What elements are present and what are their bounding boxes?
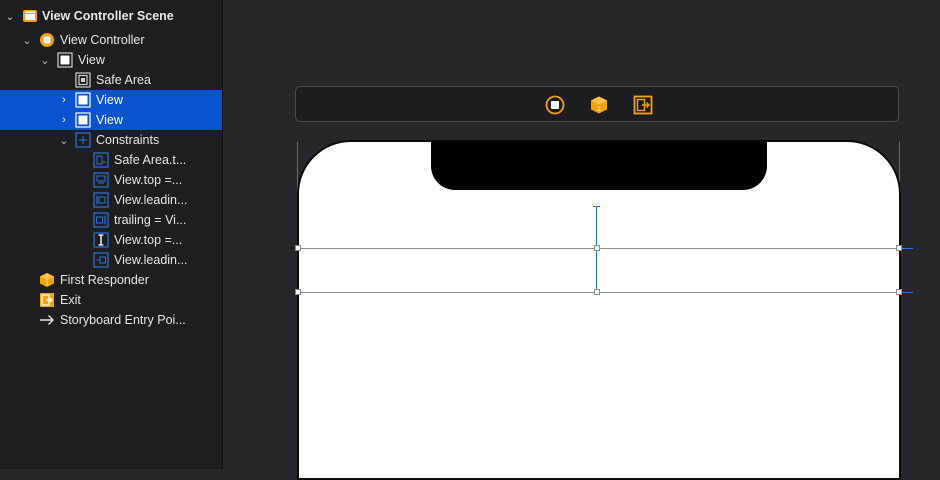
svg-text:1: 1 <box>597 106 601 113</box>
first-responder-icon[interactable]: 1 <box>589 95 609 115</box>
constraint-cap <box>593 206 600 207</box>
resize-handle[interactable] <box>594 245 600 251</box>
constraints-icon <box>75 132 91 148</box>
chevron-down-icon[interactable]: ⌄ <box>40 55 50 67</box>
arrow-right-icon <box>39 312 55 328</box>
view-icon <box>57 52 73 68</box>
outline-item-label: View Controller <box>60 33 145 47</box>
outline-item-label: Constraints <box>96 133 160 147</box>
outline-item-label: First Responder <box>60 273 149 287</box>
outline-item-label: Exit <box>60 293 81 307</box>
outline-item-constraint[interactable]: View.leadin... <box>0 190 222 210</box>
iphone-scene-view[interactable] <box>297 140 901 480</box>
outline-item-constraint[interactable]: Safe Area.t... <box>0 150 222 170</box>
outline-item-constraints[interactable]: ⌄ Constraints <box>0 130 222 150</box>
outline-item-exit[interactable]: Exit <box>0 290 222 310</box>
constraint-icon <box>93 172 109 188</box>
outline-item-constraint[interactable]: View.leadin... <box>0 250 222 270</box>
outline-item-label: View.top =... <box>114 173 183 187</box>
resize-handle[interactable] <box>295 245 301 251</box>
view-icon <box>75 112 91 128</box>
chevron-right-icon[interactable]: › <box>59 94 69 106</box>
chevron-down-icon[interactable]: ⌄ <box>59 135 69 147</box>
outline-item-view-controller-scene[interactable]: ⌄ View Controller Scene <box>0 6 222 26</box>
outline-item-label: View <box>96 93 123 107</box>
outline-item-view-controller[interactable]: ⌄ View Controller <box>0 30 222 50</box>
constraint-icon <box>93 232 109 248</box>
outline-item-view[interactable]: ⌄ View <box>0 50 222 70</box>
exit-icon[interactable] <box>633 95 653 115</box>
chevron-down-icon[interactable]: ⌄ <box>5 11 15 23</box>
outline-item-constraint[interactable]: trailing = Vi... <box>0 210 222 230</box>
storyboard-canvas[interactable]: 1 <box>223 0 940 480</box>
view-controller-icon[interactable] <box>545 95 565 115</box>
constraint-icon <box>93 212 109 228</box>
outline-item-first-responder[interactable]: 1 First Responder <box>0 270 222 290</box>
outline-item-label: Safe Area <box>96 73 151 87</box>
scene-dock: 1 <box>295 86 899 122</box>
outline-item-label: View Controller Scene <box>42 9 174 23</box>
exit-icon <box>39 292 55 308</box>
safe-area-icon <box>75 72 91 88</box>
scene-icon <box>22 8 38 24</box>
outline-item-label: View.top =... <box>114 233 183 247</box>
outline-item-constraint[interactable]: View.top =... <box>0 230 222 250</box>
outline-item-label: View.leadin... <box>114 253 188 267</box>
resize-handle[interactable] <box>594 289 600 295</box>
outline-item-safe-area[interactable]: Safe Area <box>0 70 222 90</box>
outline-item-view-selected[interactable]: › View <box>0 110 222 130</box>
outline-item-label: trailing = Vi... <box>114 213 187 227</box>
constraint-icon <box>93 152 109 168</box>
first-responder-icon: 1 <box>39 272 55 288</box>
resize-handle[interactable] <box>295 289 301 295</box>
outline-item-label: View.leadin... <box>114 193 188 207</box>
outline-item-label: View <box>78 53 105 67</box>
outline-item-label: Storyboard Entry Poi... <box>60 313 186 327</box>
document-outline: ⌄ View Controller Scene ⌄ View Controlle… <box>0 0 223 469</box>
outline-item-constraint[interactable]: View.top =... <box>0 170 222 190</box>
device-notch <box>431 142 767 190</box>
view-icon <box>75 92 91 108</box>
resize-handle[interactable] <box>896 245 902 251</box>
outline-item-label: Safe Area.t... <box>114 153 187 167</box>
resize-handle[interactable] <box>896 289 902 295</box>
view-controller-icon <box>39 32 55 48</box>
constraint-icon <box>93 192 109 208</box>
chevron-down-icon[interactable]: ⌄ <box>22 35 32 47</box>
outline-item-storyboard-entry-point[interactable]: Storyboard Entry Poi... <box>0 310 222 330</box>
constraint-icon <box>93 252 109 268</box>
outline-item-view-selected[interactable]: › View <box>0 90 222 110</box>
chevron-right-icon[interactable]: › <box>59 114 69 126</box>
outline-item-label: View <box>96 113 123 127</box>
